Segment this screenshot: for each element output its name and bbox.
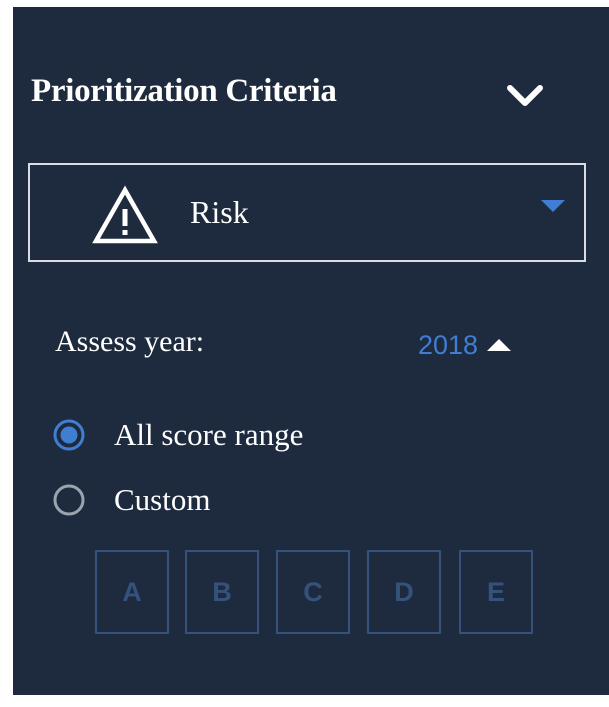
caret-down-icon (541, 200, 565, 212)
chevron-down-icon (507, 85, 543, 106)
grade-a-button[interactable]: A (95, 550, 169, 634)
assess-year-selector[interactable]: 2018 (418, 327, 512, 363)
grade-d-button[interactable]: D (367, 550, 441, 634)
panel-title: Prioritization Criteria (31, 73, 337, 109)
grade-e-button[interactable]: E (459, 550, 533, 634)
radio-custom-label: Custom (114, 482, 211, 517)
radio-all-label: All score range (114, 417, 304, 452)
prioritization-panel: Prioritization Criteria Risk Assess year… (13, 7, 609, 695)
radio-all-score-range[interactable]: All score range (52, 417, 303, 453)
radio-custom[interactable]: Custom (52, 482, 210, 518)
assess-year-label: Assess year: (55, 325, 205, 358)
grade-c-button[interactable]: C (276, 550, 350, 634)
collapse-button[interactable] (499, 73, 551, 119)
radio-selected-icon (53, 419, 85, 451)
grade-b-button[interactable]: B (185, 550, 259, 634)
radio-unselected-icon (53, 484, 85, 516)
assess-year-value: 2018 (418, 329, 479, 360)
criteria-dropdown[interactable]: Risk (28, 163, 586, 262)
caret-up-icon (487, 339, 512, 351)
criteria-selected-value: Risk (190, 194, 249, 230)
warning-icon (92, 185, 158, 244)
